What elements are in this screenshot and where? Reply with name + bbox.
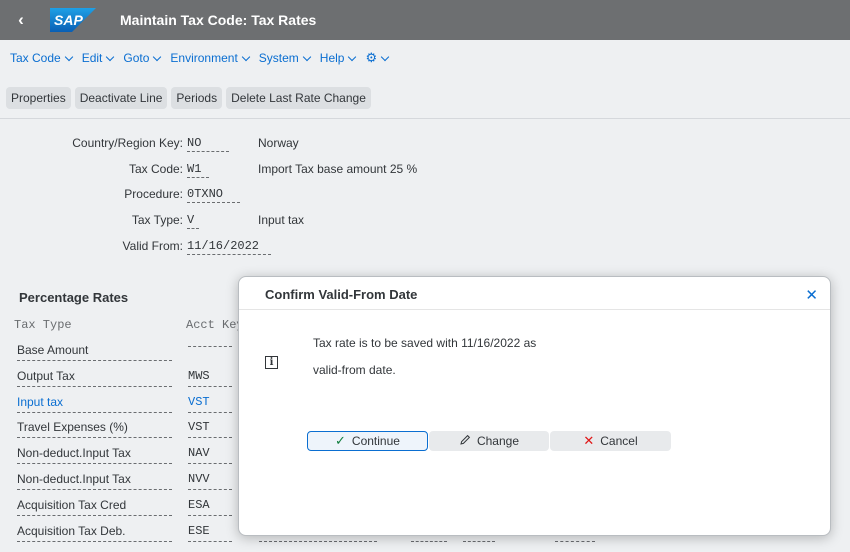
tax-code-label: Tax Code: — [128, 162, 183, 176]
tax-type-cell: Travel Expenses (%) — [17, 420, 172, 438]
chevron-down-icon — [64, 52, 73, 61]
menu-tax-code[interactable]: Tax Code — [10, 51, 73, 65]
country-label: Country/Region Key: — [72, 136, 183, 150]
menu-settings[interactable]: ⚙ — [365, 50, 390, 66]
cancel-label: Cancel — [600, 434, 638, 448]
valid-from-label: Valid From: — [122, 239, 183, 253]
menu-edit[interactable]: Edit — [81, 51, 115, 65]
menu-label: System — [258, 51, 299, 65]
continue-button[interactable]: ✓ Continue — [307, 431, 428, 451]
svg-text:SAP: SAP — [54, 12, 83, 28]
chevron-down-icon — [153, 52, 162, 61]
sap-logo: SAP — [50, 8, 96, 32]
tax-type-cell: Acquisition Tax Deb. — [17, 524, 172, 542]
pencil-icon — [459, 434, 471, 449]
chevron-left-icon: ‹ — [18, 10, 24, 29]
table-row[interactable]: Acquisition Tax Cred ESA — [17, 498, 232, 518]
chevron-down-icon — [106, 52, 115, 61]
menu-bar: Tax Code Edit Goto Environment System He… — [0, 46, 398, 70]
title-bar: ‹ SAP Maintain Tax Code: Tax Rates — [0, 0, 850, 40]
hidden-cell-underline — [555, 541, 595, 542]
acct-key-cell: NVV — [188, 472, 232, 490]
hidden-cell-underline — [463, 541, 495, 542]
checkmark-icon: ✓ — [335, 433, 346, 448]
table-row[interactable]: Non-deduct.Input Tax NAV — [17, 446, 232, 466]
valid-from-field[interactable]: 11/16/2022 — [187, 239, 271, 255]
dialog-message-line1: Tax rate is to be saved with 11/16/2022 … — [313, 336, 537, 350]
toolbar: Properties Deactivate Line Periods Delet… — [6, 87, 371, 109]
periods-button[interactable]: Periods — [171, 87, 223, 109]
percentage-rates-title: Percentage Rates — [19, 290, 129, 305]
menu-label: Help — [319, 51, 345, 65]
menu-environment[interactable]: Environment — [170, 51, 251, 65]
table-row[interactable]: Non-deduct.Input Tax NVV — [17, 472, 232, 492]
table-row[interactable]: Input tax VST — [17, 395, 232, 415]
divider — [0, 118, 850, 119]
dialog-title: Confirm Valid-From Date — [265, 287, 418, 302]
tax-type-label: Tax Type: — [131, 213, 183, 227]
procedure-field[interactable]: 0TXNO — [187, 187, 240, 203]
close-icon[interactable]: ✕ — [805, 286, 818, 304]
acct-key-cell: NAV — [188, 446, 232, 464]
menu-goto[interactable]: Goto — [123, 51, 162, 65]
tax-type-field[interactable]: V — [187, 213, 199, 229]
procedure-label: Procedure: — [124, 187, 183, 201]
country-desc: Norway — [258, 136, 299, 150]
change-button[interactable]: Change — [429, 431, 549, 451]
country-field[interactable]: NO — [187, 136, 229, 152]
acct-key-cell: ESE — [188, 524, 232, 542]
tax-type-desc: Input tax — [258, 213, 305, 227]
chevron-down-icon — [380, 52, 390, 61]
table-row[interactable]: Output Tax MWS — [17, 369, 232, 389]
chevron-down-icon — [348, 52, 357, 61]
col-header-tax-type[interactable]: Tax Type — [14, 318, 72, 332]
tax-code-field[interactable]: W1 — [187, 162, 209, 178]
dialog-divider — [239, 309, 830, 310]
tax-code-desc: Import Tax base amount 25 % — [258, 162, 418, 176]
cancel-x-icon: ✕ — [583, 433, 595, 448]
chevron-down-icon — [241, 52, 251, 61]
tax-type-cell: Non-deduct.Input Tax — [17, 446, 172, 464]
chevron-down-icon — [302, 52, 312, 61]
properties-button[interactable]: Properties — [6, 87, 71, 109]
menu-label: Environment — [170, 51, 238, 65]
delete-last-rate-change-button[interactable]: Delete Last Rate Change — [226, 87, 371, 109]
tax-type-cell: Output Tax — [17, 369, 172, 387]
tax-type-cell: Base Amount — [17, 343, 172, 361]
acct-key-cell: ESA — [188, 498, 232, 516]
page-title: Maintain Tax Code: Tax Rates — [120, 12, 317, 28]
menu-system[interactable]: System — [258, 51, 312, 65]
hidden-cell-underline — [411, 541, 447, 542]
deactivate-line-button[interactable]: Deactivate Line — [74, 87, 168, 109]
back-button[interactable]: ‹ — [0, 0, 42, 40]
info-icon: i — [265, 356, 278, 369]
dialog-message-line2: valid-from date. — [313, 363, 396, 377]
cancel-button[interactable]: ✕ Cancel — [550, 431, 671, 451]
acct-key-cell — [188, 343, 232, 347]
hidden-cell-underline — [259, 541, 377, 542]
table-row[interactable]: Travel Expenses (%) VST — [17, 420, 232, 440]
table-row[interactable]: Base Amount — [17, 343, 232, 363]
table-row[interactable]: Acquisition Tax Deb. ESE — [17, 524, 232, 544]
col-header-acct-key[interactable]: Acct Key — [186, 318, 244, 332]
tax-type-cell: Input tax — [17, 395, 172, 413]
confirm-dialog: Confirm Valid-From Date ✕ i Tax rate is … — [238, 276, 831, 536]
menu-help[interactable]: Help — [319, 51, 357, 65]
tax-type-cell: Non-deduct.Input Tax — [17, 472, 172, 490]
menu-label: Goto — [123, 51, 150, 65]
acct-key-cell: VST — [188, 420, 232, 438]
acct-key-cell: MWS — [188, 369, 232, 387]
menu-label: Tax Code — [10, 51, 61, 65]
acct-key-cell: VST — [188, 395, 232, 413]
continue-label: Continue — [351, 434, 400, 448]
tax-type-cell: Acquisition Tax Cred — [17, 498, 172, 516]
gear-icon: ⚙ — [365, 50, 378, 65]
change-label: Change — [476, 434, 520, 448]
menu-label: Edit — [81, 51, 103, 65]
